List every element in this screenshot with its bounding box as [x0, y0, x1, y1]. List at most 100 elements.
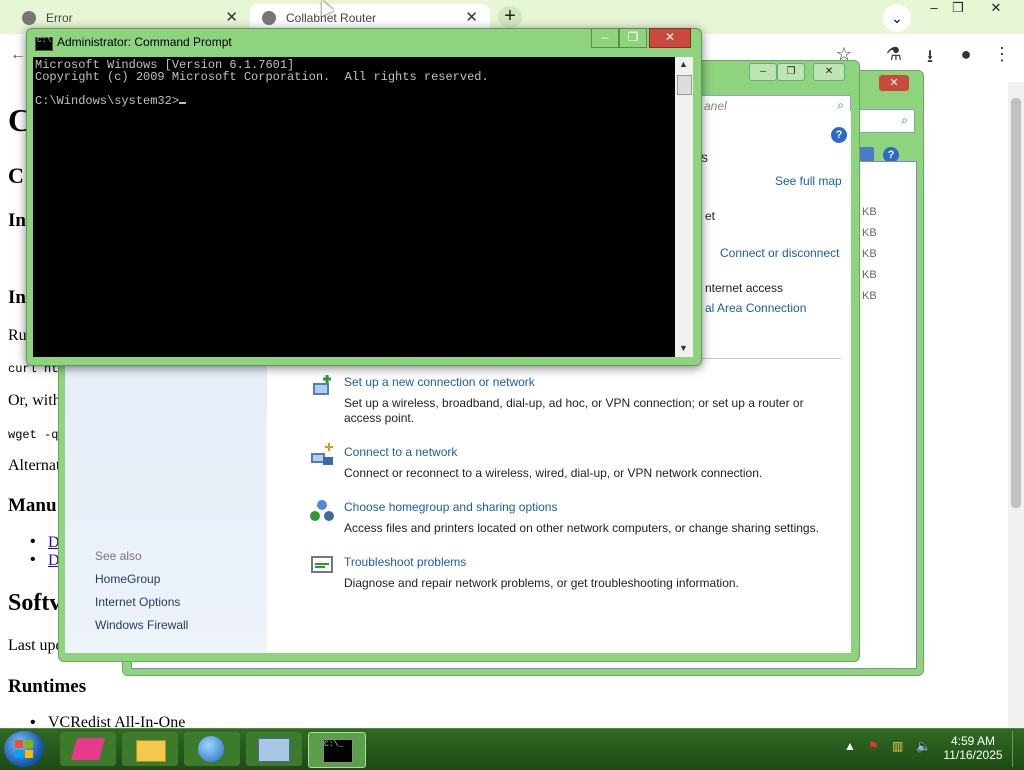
page-heading-fragment: In: [8, 210, 26, 231]
network-globe-icon: [198, 736, 224, 762]
app-icon: [71, 738, 105, 760]
see-full-map-link[interactable]: See full map: [775, 174, 842, 188]
file-size: KB: [862, 206, 877, 218]
task-title[interactable]: Set up a new connection or network: [344, 375, 535, 389]
file-size: KB: [862, 269, 877, 281]
maximize-icon[interactable]: ❐: [777, 63, 805, 81]
taskbar-network[interactable]: [184, 732, 240, 766]
new-tab-button[interactable]: +: [498, 6, 522, 28]
task-setup-connection[interactable]: [309, 373, 335, 402]
homegroup-icon: [310, 500, 334, 521]
task-desc: Diagnose and repair network problems, or…: [344, 576, 739, 590]
close-icon[interactable]: ✕: [879, 75, 909, 91]
cmd-icon: C:\: [35, 36, 53, 51]
scroll-down-icon[interactable]: ▼: [679, 343, 688, 353]
tab-search-button[interactable]: ⌄: [883, 4, 911, 32]
console-output[interactable]: Microsoft Windows [Version 6.1.7601] Cop…: [33, 57, 675, 357]
clock-time: 4:59 AM: [950, 734, 996, 748]
task-connect-network[interactable]: [309, 443, 335, 472]
folder-icon: [136, 740, 166, 762]
maximize-icon[interactable]: ❐: [942, 0, 974, 20]
globe-icon: [22, 11, 36, 25]
runtimes-heading: Runtimes: [8, 676, 87, 697]
clock[interactable]: 4:59 AM 11/16/2025: [940, 734, 1006, 762]
page-heading-software: Softv: [8, 590, 62, 616]
text-cursor: [179, 102, 187, 104]
close-icon[interactable]: ✕: [813, 63, 845, 81]
task-title[interactable]: Troubleshoot problems: [344, 555, 466, 569]
see-also-windows-firewall[interactable]: Windows Firewall: [95, 618, 188, 632]
last-updated-text: Last upd: [8, 637, 64, 654]
file-size: KB: [862, 248, 877, 260]
bullet: •: [30, 551, 36, 568]
close-icon[interactable]: ✕: [465, 8, 478, 26]
file-size: KB: [862, 227, 877, 239]
taskbar-control-panel[interactable]: [246, 732, 302, 766]
see-also-homegroup[interactable]: HomeGroup: [95, 572, 160, 586]
command-prompt-window[interactable]: C:\ Administrator: Command Prompt – ❐ ✕ …: [26, 28, 702, 366]
local-area-connection-link[interactable]: al Area Connection: [705, 301, 806, 315]
cmd-icon: C:\_: [323, 739, 353, 763]
profile-icon[interactable]: ●: [954, 44, 978, 68]
task-troubleshoot[interactable]: [309, 553, 335, 582]
clock-date: 11/16/2025: [943, 748, 1003, 762]
task-desc: Set up a wireless, broadband, dial-up, a…: [344, 396, 804, 425]
close-icon[interactable]: ✕: [980, 0, 1012, 20]
minimize-icon[interactable]: –: [591, 28, 619, 48]
browser-scrollbar[interactable]: [1008, 82, 1024, 728]
back-arrow-icon[interactable]: ←: [10, 46, 26, 64]
task-homegroup[interactable]: [309, 498, 335, 527]
page-heading-fragment: In: [8, 287, 26, 308]
scroll-up-icon[interactable]: ▲: [679, 59, 688, 69]
task-title[interactable]: Choose homegroup and sharing options: [344, 500, 557, 514]
connect-or-disconnect-link[interactable]: Connect or disconnect: [720, 246, 839, 260]
see-also-heading: See also: [95, 549, 142, 563]
tab-title: Collabnet Router: [286, 11, 377, 25]
show-hidden-icons[interactable]: ▲: [844, 739, 856, 753]
minimize-icon[interactable]: –: [749, 63, 777, 81]
maximize-icon[interactable]: ❐: [619, 28, 647, 48]
taskbar-command-prompt[interactable]: C:\_: [308, 732, 366, 768]
page-text-fragment: Or, with: [8, 392, 61, 409]
code-fragment: wget -q: [8, 428, 59, 442]
chevron-down-icon: ⌄: [891, 10, 903, 26]
kebab-menu-icon[interactable]: ⋮: [990, 44, 1014, 68]
download-icon[interactable]: ⭳: [918, 44, 942, 68]
flask-icon[interactable]: ⚗: [882, 44, 906, 68]
page-text-fragment: Ru: [8, 327, 27, 344]
scrollbar-thumb[interactable]: [1011, 98, 1021, 508]
network-status-icon[interactable]: ▥: [892, 739, 903, 753]
help-icon[interactable]: ?: [831, 127, 847, 143]
console-prompt: C:\Windows\system32>: [35, 94, 180, 108]
taskbar: C:\_ ▲ ⚑ ▥ 🔈 4:59 AM 11/16/2025: [0, 728, 1024, 769]
console-prompt-line: C:\Windows\system32>: [35, 94, 187, 108]
see-also-internet-options[interactable]: Internet Options: [95, 595, 180, 609]
file-size: KB: [862, 290, 877, 302]
page-heading-fragment: Manu: [8, 495, 57, 516]
console-scrollbar[interactable]: ▲ ▼: [675, 57, 693, 357]
internet-access-text: nternet access: [705, 281, 784, 295]
taskbar-windows-explorer[interactable]: [122, 732, 178, 766]
search-icon: ⌕: [901, 113, 908, 127]
console-line: Copyright (c) 2009 Microsoft Corporation…: [35, 70, 489, 84]
page-text-fragment: Alternat: [8, 457, 61, 474]
task-desc: Connect or reconnect to a wireless, wire…: [344, 466, 763, 480]
volume-muted-icon[interactable]: 🔈: [916, 739, 931, 753]
tab-title: Error: [46, 11, 73, 25]
windows-start-icon[interactable]: [4, 731, 44, 767]
close-icon[interactable]: ✕: [649, 28, 691, 48]
window-title: Administrator: Command Prompt: [57, 35, 232, 49]
taskbar-app-1[interactable]: [60, 732, 116, 766]
runtimes-item: VCRedist All-In-One: [48, 714, 186, 728]
plus-icon: +: [504, 5, 516, 27]
globe-icon: [262, 11, 276, 25]
action-center-icon[interactable]: ⚑: [868, 739, 879, 753]
task-title[interactable]: Connect to a network: [344, 445, 457, 459]
partial-heading: s: [701, 149, 708, 165]
show-desktop-button[interactable]: [1012, 731, 1023, 767]
close-icon[interactable]: ✕: [225, 8, 238, 26]
scrollbar-thumb[interactable]: [677, 75, 692, 95]
control-panel-icon: [258, 738, 290, 762]
troubleshoot-icon: [311, 556, 333, 573]
new-connection-icon: [313, 375, 331, 395]
